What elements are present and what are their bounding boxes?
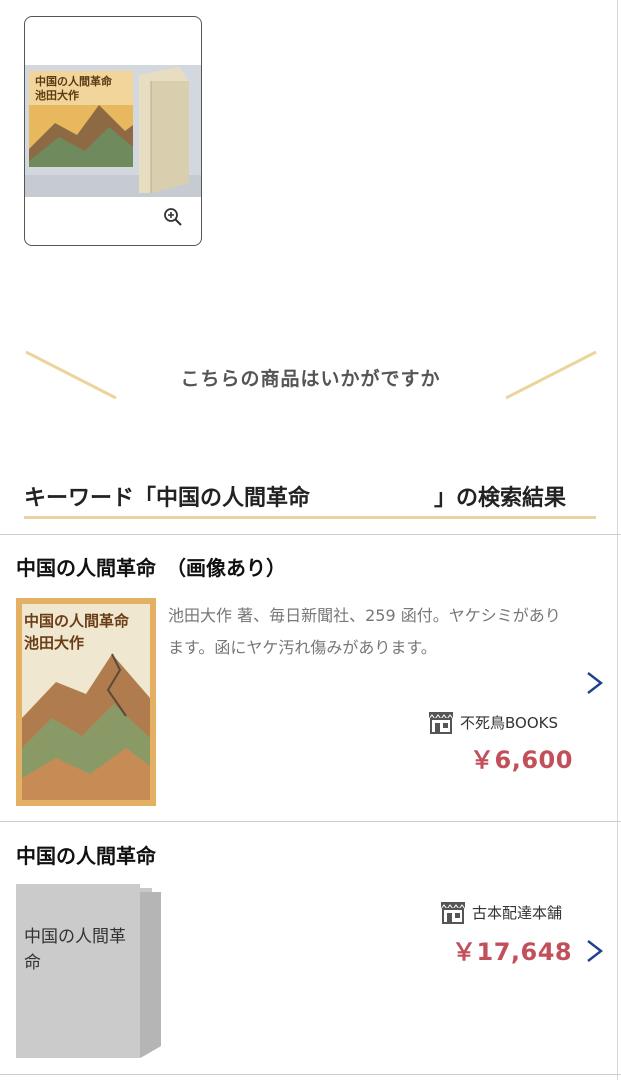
seller-name: 古本配達本舗 <box>472 903 563 922</box>
svg-text:中国の人間革命: 中国の人間革命 <box>24 612 130 630</box>
chevron-right-icon[interactable] <box>584 670 604 696</box>
page-edge-rule <box>617 0 618 1080</box>
item-price: ￥17,648 <box>452 938 573 966</box>
divider <box>0 1074 621 1075</box>
store-icon <box>428 712 454 734</box>
suggestion-section: こちらの商品はいかがですか <box>0 340 621 410</box>
seller-info[interactable]: 古本配達本舗 <box>440 900 562 924</box>
chevron-right-icon[interactable] <box>584 938 604 964</box>
svg-text:中国の人間革命: 中国の人間革命 <box>35 74 113 88</box>
zoom-in-icon[interactable] <box>163 207 183 227</box>
svg-text:池田大作: 池田大作 <box>35 88 79 102</box>
store-icon <box>440 902 466 924</box>
item-title[interactable]: 中国の人間革命 <box>16 840 156 869</box>
placeholder-cover-text: 中国の人間革命 <box>24 927 126 973</box>
divider <box>0 821 621 822</box>
seller-info[interactable]: 不死鳥BOOKS <box>428 710 558 734</box>
item-title[interactable]: 中国の人間革命 （画像あり） <box>16 552 286 581</box>
item-cover-image[interactable]: 中国の人間革命 池田大作 <box>16 598 156 806</box>
results-heading-keyword: キーワード「中国の人間革命 <box>24 486 311 511</box>
item-price: ￥6,600 <box>470 746 573 774</box>
item-description: 池田大作 著、毎日新聞社、259 函付。ヤケシミがあります。函にヤケ汚れ傷みがあ… <box>168 606 561 657</box>
suggestion-title: こちらの商品はいかがですか <box>180 368 441 390</box>
results-heading-suffix: 」の検索結果 <box>434 486 567 511</box>
product-photo: 中国の人間革命 池田大作 <box>25 65 201 197</box>
svg-text:池田大作: 池田大作 <box>24 634 84 652</box>
product-image-card[interactable]: 中国の人間革命 池田大作 <box>24 16 202 246</box>
divider <box>0 534 621 535</box>
seller-name: 不死鳥BOOKS <box>460 713 558 732</box>
search-results-heading: キーワード「中国の人間革命 」の検索結果 <box>24 476 596 519</box>
